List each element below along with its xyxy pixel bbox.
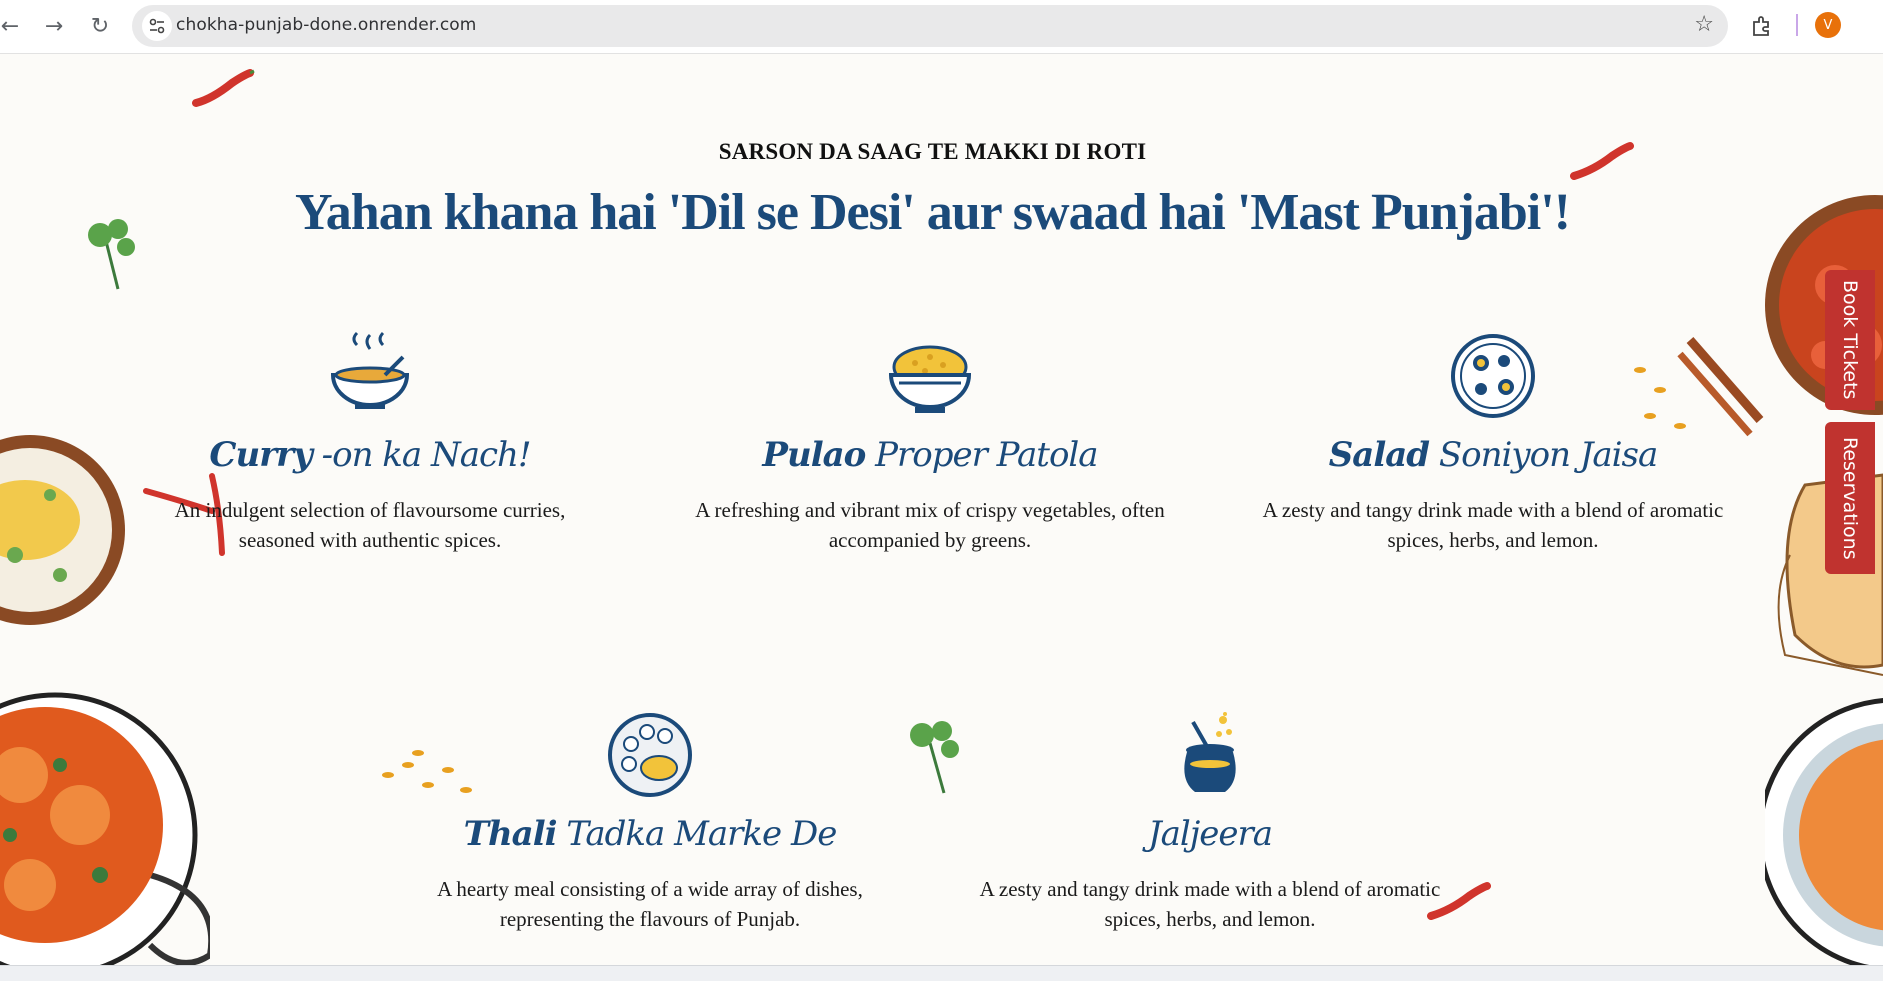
- os-taskbar: [0, 965, 1883, 981]
- menu-card-description: An indulgent selection of flavoursome cu…: [174, 498, 566, 552]
- page-content: SARSON DA SAAG TE MAKKI DI ROTI Yahan kh…: [0, 55, 1883, 965]
- profile-avatar[interactable]: V: [1815, 12, 1841, 38]
- forward-arrow-icon[interactable]: →: [38, 10, 70, 42]
- book-tickets-tab[interactable]: Book Tickets: [1825, 270, 1875, 410]
- pulao-bowl-icon: [888, 345, 972, 413]
- menu-card-thali[interactable]: Thali Tadka Marke De A hearty meal consi…: [415, 710, 885, 934]
- menu-card-description: A hearty meal consisting of a wide array…: [437, 877, 863, 931]
- menu-card-curry[interactable]: Curry -on ka Nach! An indulgent selectio…: [135, 331, 605, 555]
- jaljeera-pot-icon: [1184, 712, 1236, 792]
- reload-icon[interactable]: ↻: [84, 10, 116, 42]
- curry-bowl-icon: [330, 331, 410, 409]
- menu-card-description: A refreshing and vibrant mix of crispy v…: [695, 498, 1165, 552]
- address-bar[interactable]: chokha-punjab-done.onrender.com ☆: [132, 5, 1728, 47]
- menu-card-title: Thali Tadka Marke De: [463, 814, 838, 854]
- site-info-icon[interactable]: [142, 11, 172, 41]
- bookmark-star-icon[interactable]: ☆: [1694, 12, 1714, 37]
- chilli-decoration: [192, 69, 255, 107]
- menu-card-salad[interactable]: Salad Soniyon Jaisa A zesty and tangy dr…: [1258, 331, 1728, 555]
- menu-card-title: Jaljeera: [1147, 814, 1273, 854]
- hero-headline: Yahan khana hai 'Dil se Desi' aur swaad …: [295, 184, 1571, 241]
- book-tickets-label: Book Tickets: [1839, 280, 1861, 400]
- extensions-puzzle-icon[interactable]: [1746, 10, 1778, 42]
- thali-plate-icon: [608, 713, 692, 797]
- reservations-tab[interactable]: Reservations: [1825, 422, 1875, 574]
- toolbar-divider: [1796, 14, 1798, 36]
- menu-card-jaljeera[interactable]: Jaljeera A zesty and tangy drink made wi…: [975, 710, 1445, 934]
- menu-card-pulao[interactable]: Pulao Proper Patola A refreshing and vib…: [695, 331, 1165, 555]
- hero-eyebrow: SARSON DA SAAG TE MAKKI DI ROTI: [718, 139, 1147, 164]
- salad-plate-icon: [1451, 334, 1535, 418]
- coriander-decoration: [910, 721, 959, 794]
- back-arrow-icon[interactable]: ←: [0, 10, 26, 42]
- url-text[interactable]: chokha-punjab-done.onrender.com: [176, 15, 476, 35]
- browser-toolbar: ← → ↻ chokha-punjab-done.onrender.com ☆ …: [0, 0, 1883, 54]
- reservations-label: Reservations: [1839, 436, 1861, 560]
- menu-card-title: Pulao Proper Patola: [762, 435, 1098, 475]
- menu-card-title: Salad Soniyon Jaisa: [1328, 435, 1659, 475]
- menu-card-description: A zesty and tangy drink made with a blen…: [1262, 498, 1724, 552]
- menu-card-description: A zesty and tangy drink made with a blen…: [979, 877, 1441, 931]
- menu-card-title: Curry -on ka Nach!: [209, 435, 531, 475]
